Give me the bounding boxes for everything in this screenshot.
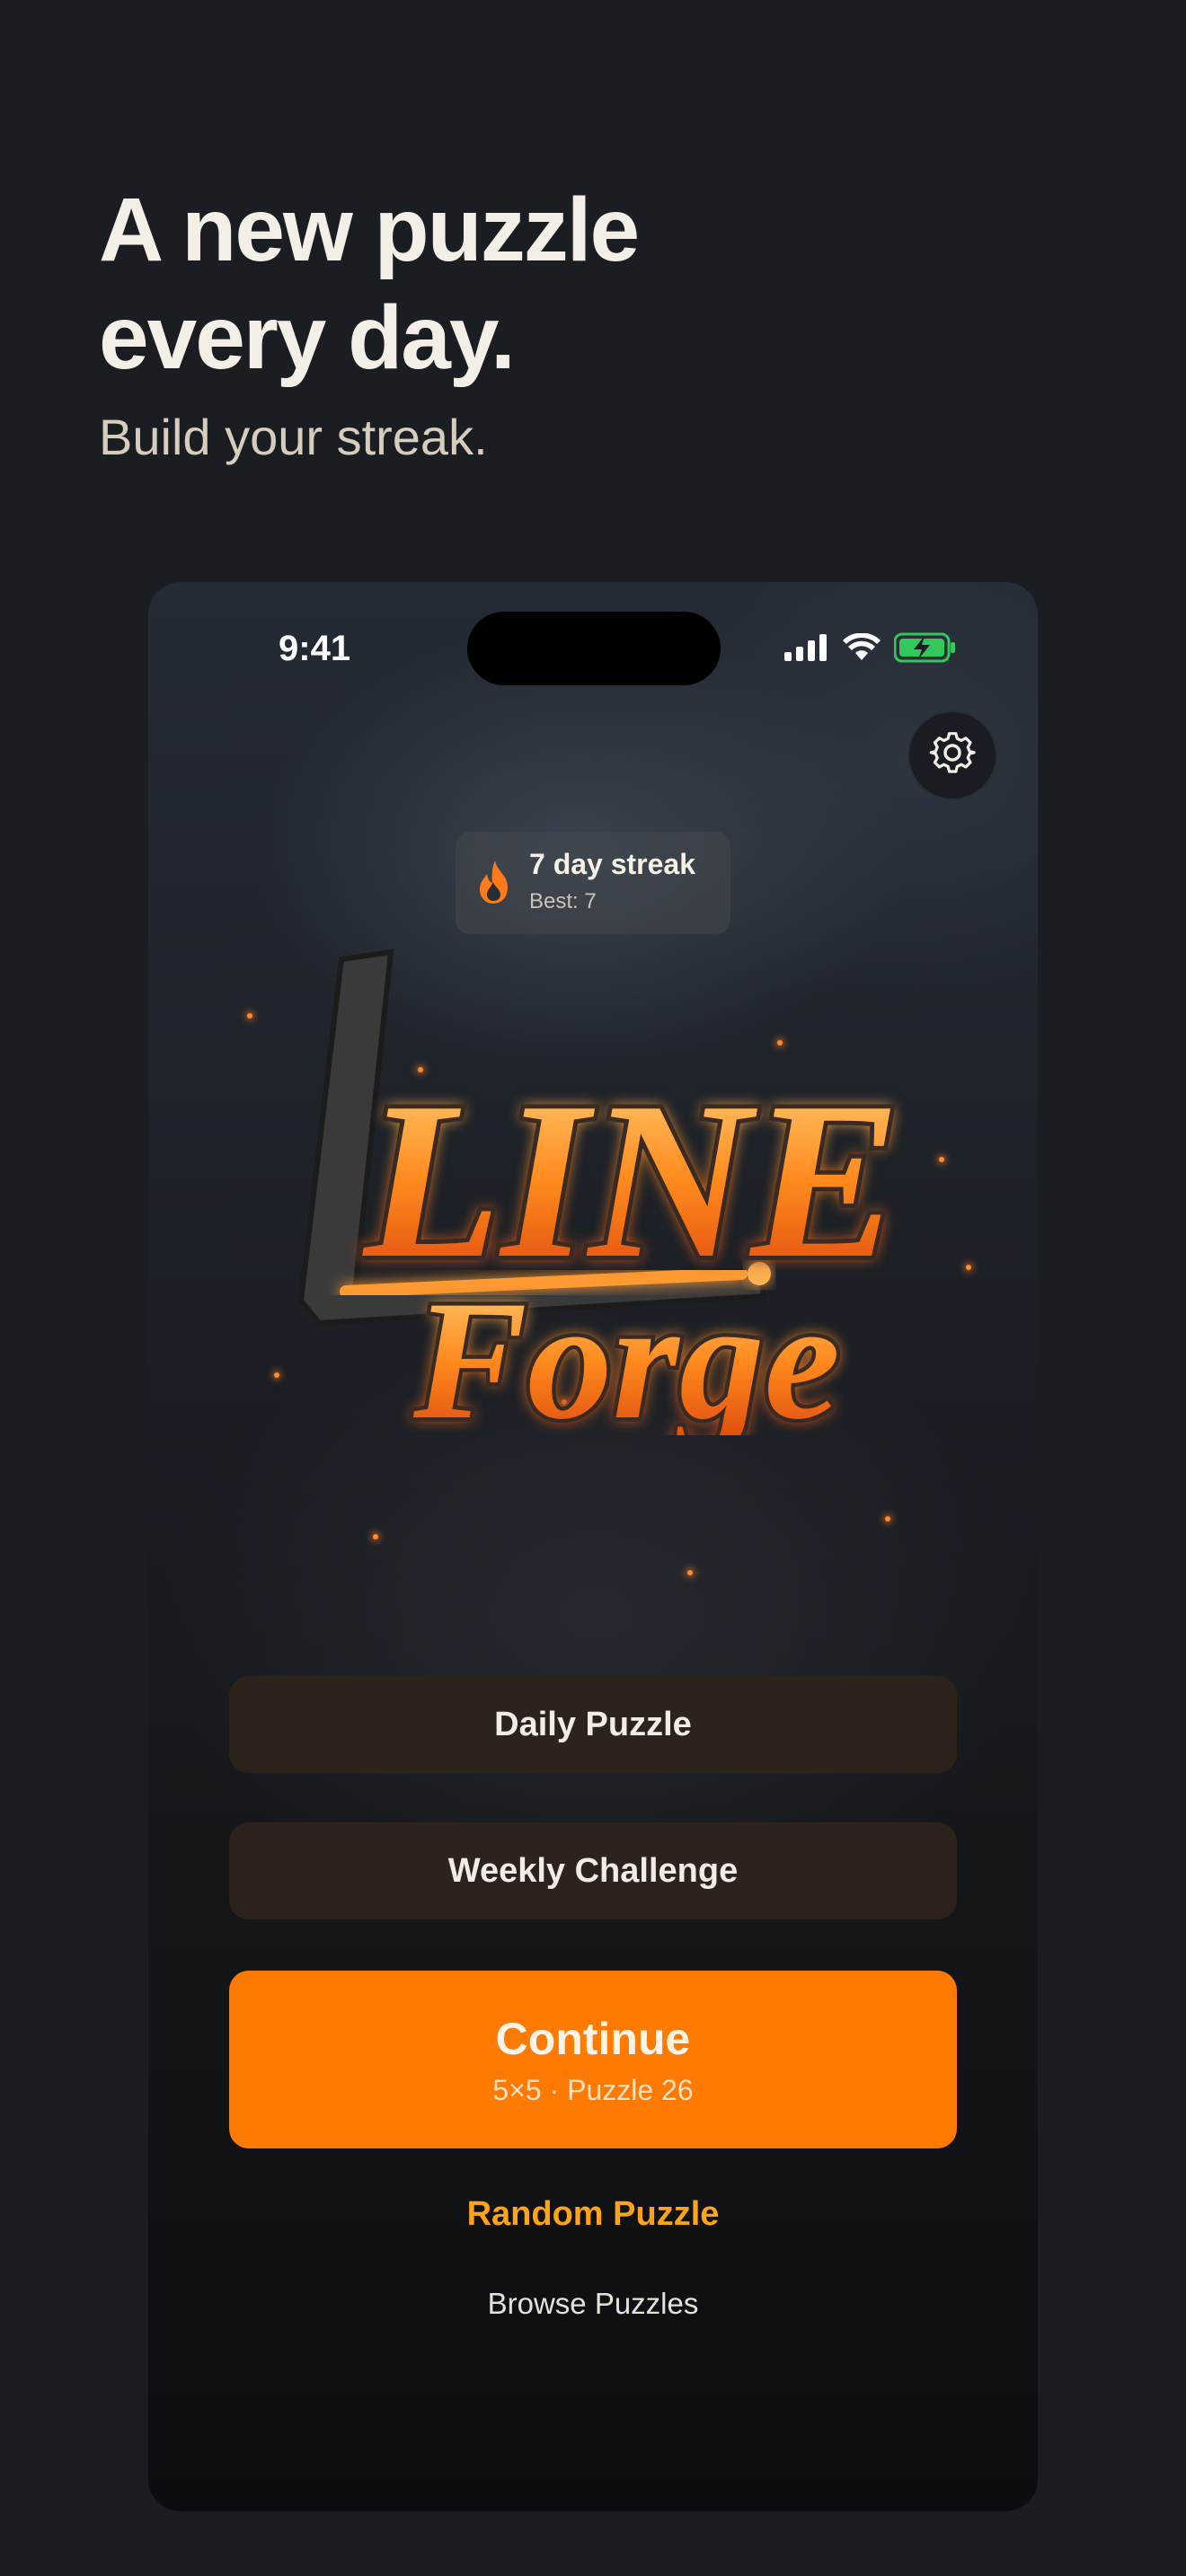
streak-best: Best: 7 [529, 889, 597, 913]
game-logo: LINE Forge [256, 914, 975, 1460]
continue-detail: 5×5 · Puzzle 26 [492, 2073, 694, 2106]
marketing-headline: A new puzzle every day. [99, 176, 997, 392]
ember-decoration [687, 1570, 693, 1575]
ember-decoration [373, 1534, 378, 1539]
gear-icon [929, 730, 976, 781]
ember-decoration [247, 1013, 252, 1019]
status-icons [784, 632, 957, 667]
daily-puzzle-button[interactable]: Daily Puzzle [229, 1676, 957, 1773]
phone-screen: 9:41 7 day streak Best: 7 LINE Forge Dai… [148, 582, 1038, 2511]
continue-label: Continue [495, 2013, 691, 2064]
streak-title: 7 day streak [529, 848, 696, 880]
status-time: 9:41 [279, 629, 351, 668]
battery-charging-icon [893, 632, 957, 667]
settings-button[interactable] [907, 710, 997, 800]
dynamic-island [467, 612, 721, 685]
weekly-challenge-button[interactable]: Weekly Challenge [229, 1822, 957, 1919]
wifi-icon [842, 632, 881, 666]
marketing-subhead: Build your streak. [99, 409, 488, 465]
headline-line-2: every day. [99, 287, 516, 388]
flame-icon [475, 859, 513, 910]
logo-line-2: Forge [412, 1266, 840, 1435]
cellular-signal-icon [784, 634, 829, 666]
random-puzzle-link[interactable]: Random Puzzle [148, 2195, 1038, 2234]
continue-button[interactable]: Continue 5×5 · Puzzle 26 [229, 1971, 957, 2148]
ember-decoration [885, 1516, 890, 1522]
browse-puzzles-link[interactable]: Browse Puzzles [148, 2287, 1038, 2321]
headline-line-1: A new puzzle [99, 180, 640, 280]
